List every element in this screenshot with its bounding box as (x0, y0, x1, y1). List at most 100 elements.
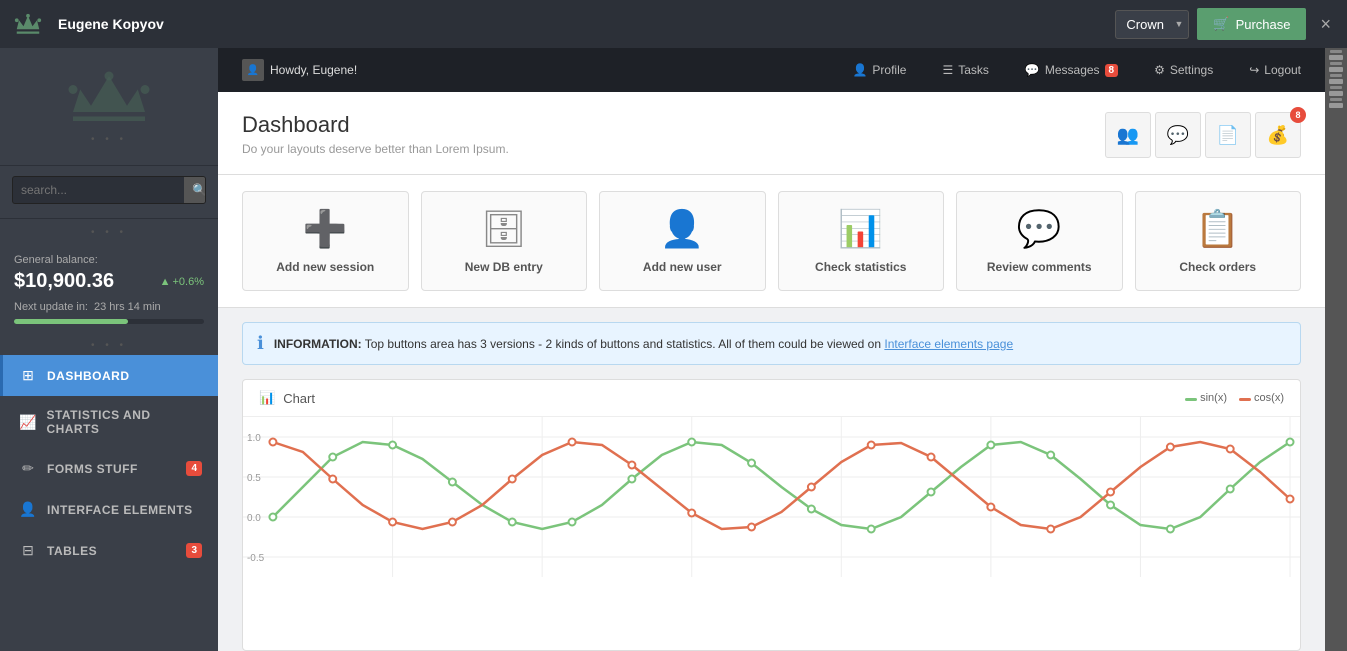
search-area: 🔍 (0, 166, 218, 214)
scrollbar-line (1330, 86, 1342, 89)
header-right: Crown 🛒 Purchase × (1115, 8, 1337, 40)
dash-icon-group: 👥 💬 📄 💰 8 (1105, 112, 1301, 158)
dash-billing-icon-btn[interactable]: 💰 8 (1255, 112, 1301, 158)
sidebar-item-dashboard[interactable]: ⊞ Dashboard (0, 355, 218, 396)
trend-icon: ▲ (160, 276, 171, 288)
dashboard-icon: ⊞ (19, 367, 37, 384)
topbar-tasks[interactable]: ☰ Tasks (934, 59, 996, 81)
svg-text:1.0: 1.0 (247, 433, 261, 444)
main-layout: • • • 🔍 • • • General balance: $10,900.3… (0, 48, 1347, 651)
check-stats-icon: 📊 (838, 208, 883, 250)
nav-menu: ⊞ Dashboard 📈 Statistics and Charts ✏ Fo… (0, 355, 218, 651)
scrollbar-thick (1329, 103, 1343, 108)
close-button[interactable]: × (1314, 14, 1337, 35)
chart-bar-icon: 📊 (259, 390, 275, 406)
sidebar-item-statistics[interactable]: 📈 Statistics and Charts (0, 396, 218, 448)
action-add-session[interactable]: ➕ Add new session (242, 191, 409, 291)
action-check-orders[interactable]: 📋 Check orders (1135, 191, 1302, 291)
right-scrollbar[interactable] (1325, 48, 1347, 651)
sidebar: • • • 🔍 • • • General balance: $10,900.3… (0, 48, 218, 651)
dash-users-icon-btn[interactable]: 👥 (1105, 112, 1151, 158)
balance-label: General balance: (14, 254, 204, 266)
check-orders-label: Check orders (1179, 260, 1256, 274)
sidebar-item-tables[interactable]: ⊟ Tables 3 (0, 530, 218, 571)
top-header: Eugene Kopyov Crown 🛒 Purchase × (0, 0, 1347, 48)
scrollbar-thick (1329, 91, 1343, 96)
balance-change: ▲ +0.6% (160, 276, 204, 288)
cos-legend-dot (1239, 398, 1251, 401)
forms-badge: 4 (186, 461, 202, 476)
sidebar-dots-2: • • • (0, 223, 218, 242)
forms-icon: ✏ (19, 460, 37, 477)
sidebar-dots: • • • (91, 134, 127, 145)
sidebar-item-label: Interface Elements (47, 503, 193, 517)
action-new-db[interactable]: 🗄 New DB entry (421, 191, 588, 291)
sidebar-logo-area: • • • (0, 48, 218, 166)
dashboard-title: Dashboard (242, 112, 509, 138)
content-scroll: Dashboard Do your layouts deserve better… (218, 92, 1325, 651)
new-db-icon: 🗄 (481, 208, 527, 250)
topbar-logout[interactable]: ↪ Logout (1241, 59, 1309, 81)
svg-text:-0.5: -0.5 (247, 553, 265, 564)
search-button[interactable]: 🔍 (184, 177, 206, 203)
info-text: Top buttons area has 3 versions - 2 kind… (365, 337, 881, 351)
crown-select-wrapper[interactable]: Crown (1115, 10, 1189, 39)
info-link[interactable]: Interface elements page (884, 337, 1013, 351)
action-add-user[interactable]: 👤 Add new user (599, 191, 766, 291)
svg-text:0.0: 0.0 (247, 513, 261, 524)
scrollbar-line (1330, 74, 1342, 77)
balance-amount: $10,900.36 (14, 270, 114, 293)
messages-icon: 💬 (1025, 63, 1040, 77)
action-review-comments[interactable]: 💬 Review comments (956, 191, 1123, 291)
info-icon: ℹ (257, 333, 264, 354)
info-content: INFORMATION: Top buttons area has 3 vers… (274, 337, 1013, 351)
search-input[interactable] (13, 177, 184, 203)
legend-cos: cos(x) (1239, 392, 1284, 404)
purchase-button[interactable]: 🛒 Purchase (1197, 8, 1306, 40)
billing-badge: 8 (1290, 107, 1306, 123)
sidebar-item-forms[interactable]: ✏ Forms Stuff 4 (0, 448, 218, 489)
topbar-avatar: 👤 (242, 59, 264, 81)
content-area: 👤 Howdy, Eugene! 👤 Profile ☰ Tasks 💬 Mes… (218, 48, 1325, 651)
check-stats-label: Check statistics (815, 260, 906, 274)
greeting-text: Howdy, Eugene! (270, 63, 357, 77)
sidebar-item-label: Statistics and Charts (46, 408, 202, 436)
topbar-messages[interactable]: 💬 Messages 8 (1017, 59, 1126, 81)
chart-body: 1.0 0.5 0.0 -0.5 (243, 417, 1300, 577)
chart-header: 📊 Chart sin(x) cos(x) (243, 380, 1300, 417)
messages-badge: 8 (1105, 64, 1119, 77)
next-update: Next update in: 23 hrs 14 min (14, 301, 204, 313)
add-session-label: Add new session (276, 260, 374, 274)
quick-actions: ➕ Add new session 🗄 New DB entry 👤 Add n… (218, 175, 1325, 308)
dashboard-header: Dashboard Do your layouts deserve better… (218, 92, 1325, 175)
tables-badge: 3 (186, 543, 202, 558)
action-check-stats[interactable]: 📊 Check statistics (778, 191, 945, 291)
add-user-icon: 👤 (660, 208, 705, 250)
chart-section: 📊 Chart sin(x) cos(x) (242, 379, 1301, 651)
scrollbar-thick (1329, 55, 1343, 60)
sidebar-item-interface[interactable]: 👤 Interface Elements (0, 489, 218, 530)
add-session-icon: ➕ (303, 208, 348, 250)
check-orders-icon: 📋 (1195, 208, 1240, 250)
scrollbar-thick (1329, 79, 1343, 84)
review-comments-icon: 💬 (1017, 208, 1062, 250)
tasks-icon: ☰ (942, 63, 953, 77)
sidebar-dots-3: • • • (0, 336, 218, 355)
svg-text:0.5: 0.5 (247, 473, 261, 484)
topbar-settings[interactable]: ⚙ Settings (1146, 59, 1221, 81)
scrollbar-line (1330, 98, 1342, 101)
sidebar-item-label: Dashboard (47, 369, 130, 383)
user-name: Eugene Kopyov (58, 16, 164, 32)
sidebar-item-label: Tables (47, 544, 97, 558)
topbar: 👤 Howdy, Eugene! 👤 Profile ☰ Tasks 💬 Mes… (218, 48, 1325, 92)
topbar-profile[interactable]: 👤 Profile (844, 59, 914, 81)
add-user-label: Add new user (643, 260, 722, 274)
info-label: INFORMATION: (274, 337, 362, 351)
balance-row: $10,900.36 ▲ +0.6% (14, 270, 204, 293)
dash-comments-icon-btn[interactable]: 💬 (1155, 112, 1201, 158)
dash-docs-icon-btn[interactable]: 📄 (1205, 112, 1251, 158)
sidebar-divider-1 (0, 218, 218, 219)
interface-icon: 👤 (19, 501, 37, 518)
crown-select[interactable]: Crown (1115, 10, 1189, 39)
info-bar: ℹ INFORMATION: Top buttons area has 3 ve… (242, 322, 1301, 365)
